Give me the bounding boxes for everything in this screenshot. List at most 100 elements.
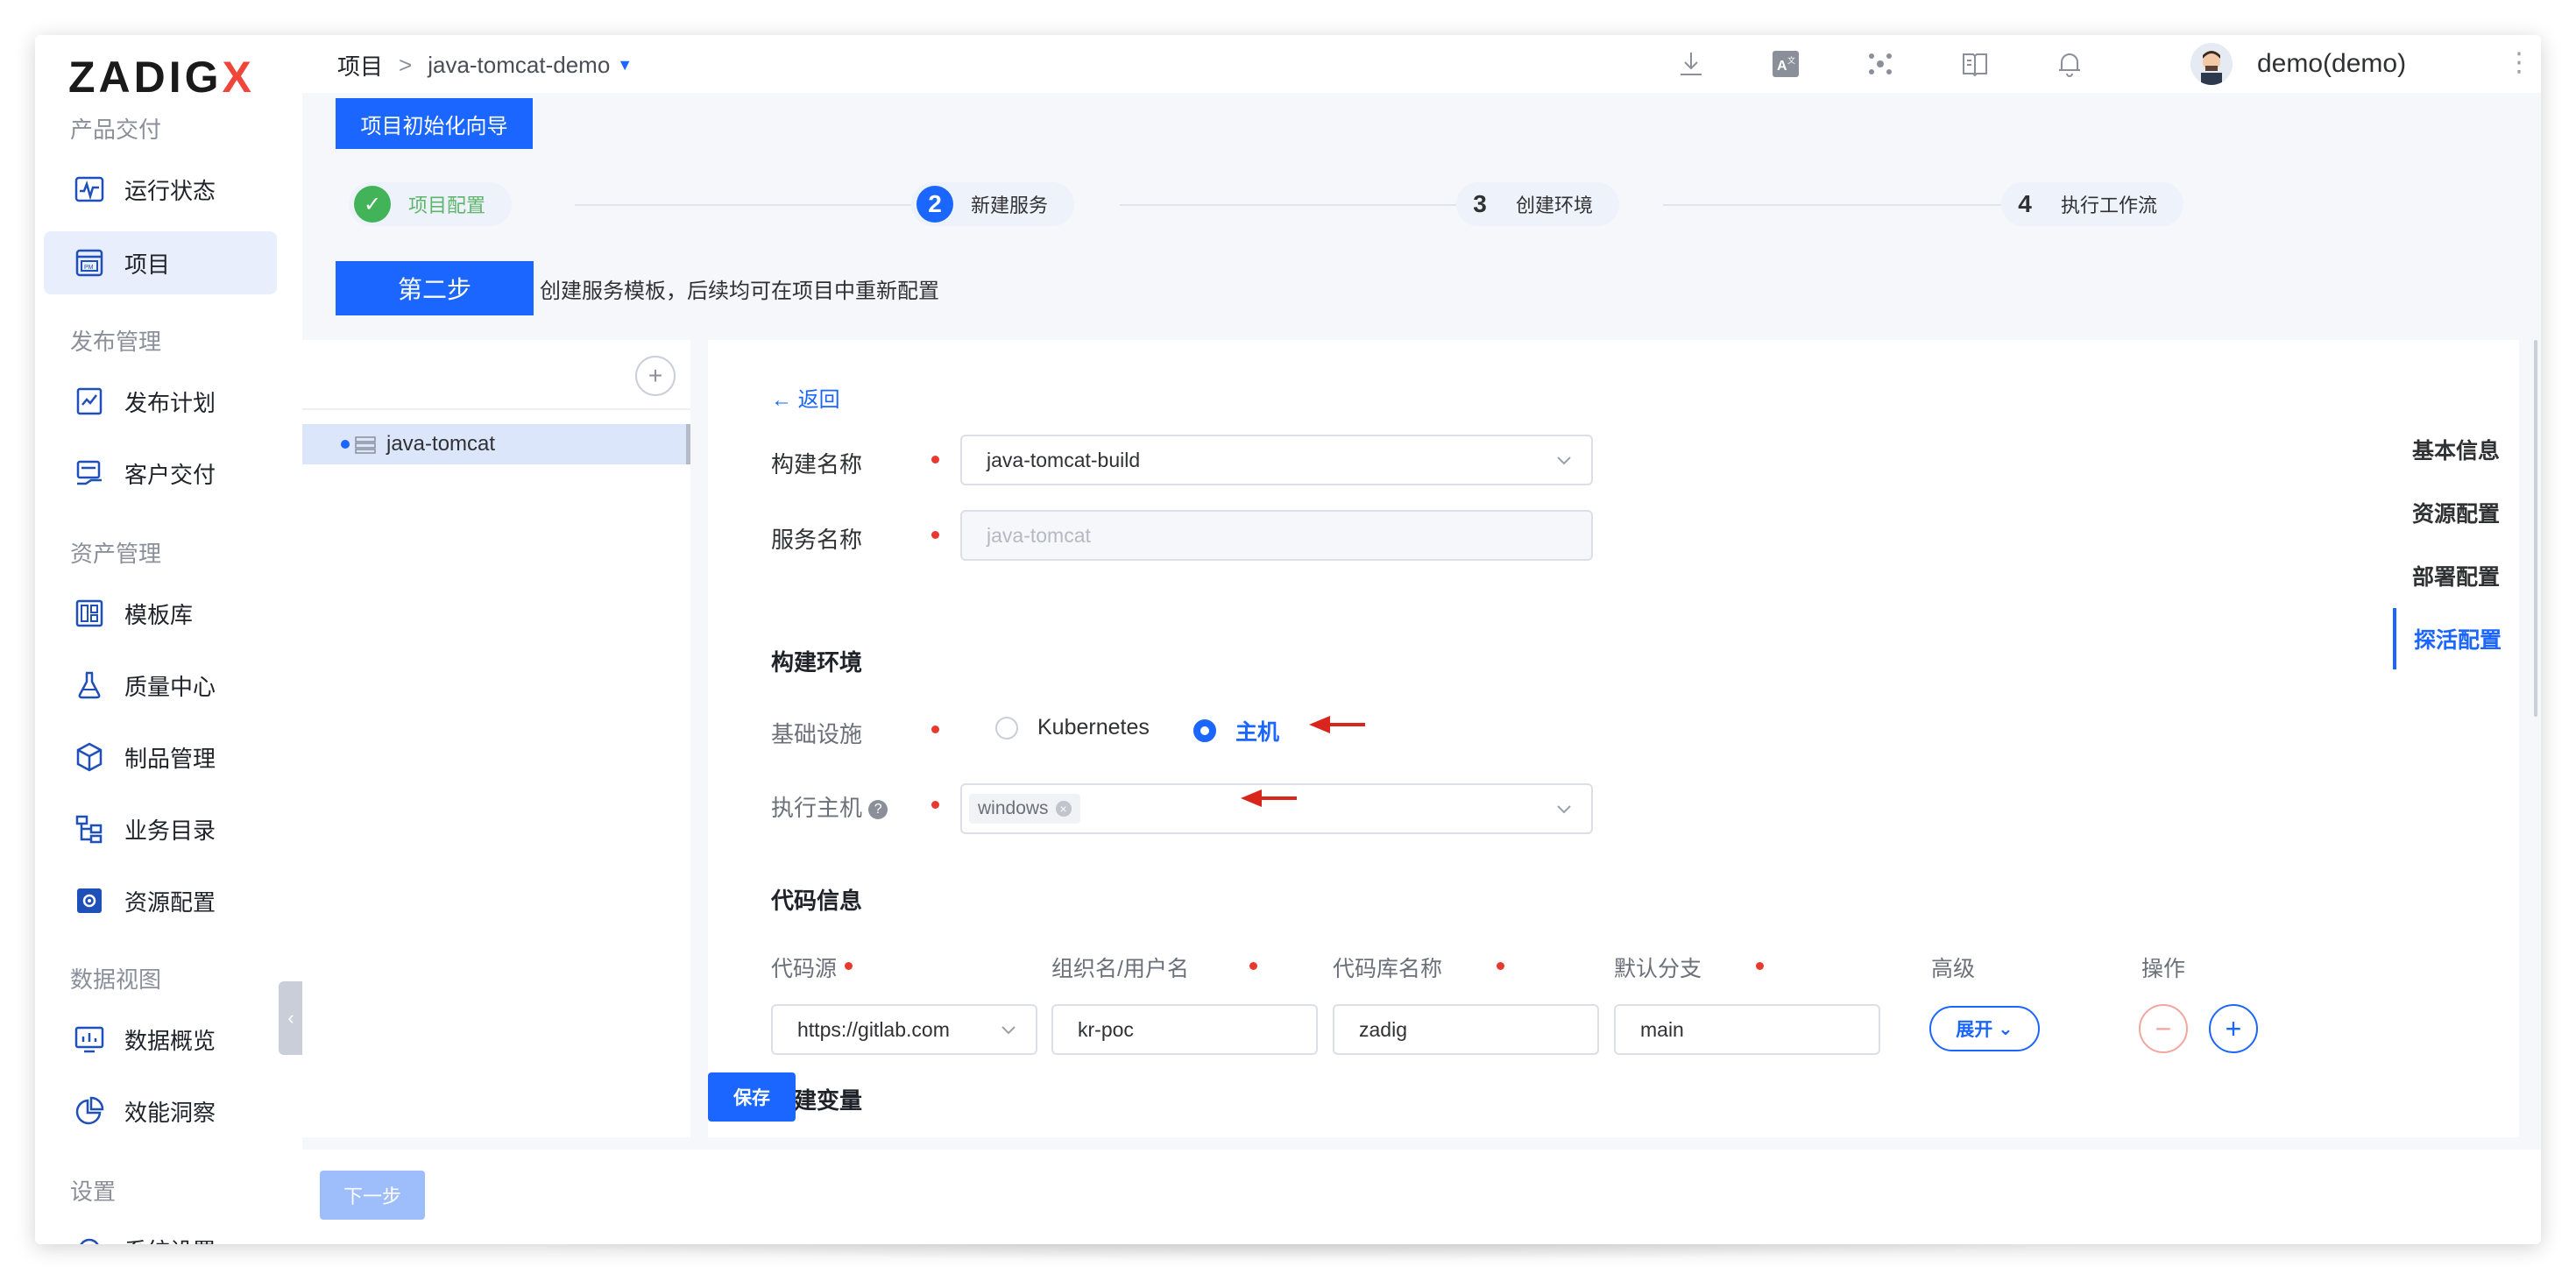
sidebar-collapse-handle[interactable]: ‹ [279, 981, 303, 1055]
anchor-deploy-config[interactable]: 部署配置 [2393, 545, 2519, 606]
sidebar-item-label: 运行状态 [124, 177, 216, 204]
step-project-config[interactable]: ✓ 项目配置 [349, 182, 513, 226]
user-menu[interactable]: demo(demo) [2190, 42, 2406, 86]
service-name-field: java-tomcat [960, 510, 1593, 561]
project-init-guide-button[interactable]: 项目初始化向导 [336, 98, 533, 149]
avatar[interactable] [2190, 43, 2233, 85]
anchor-probe-config[interactable]: 探活配置 [2393, 608, 2519, 669]
step-run-workflow[interactable]: 4 执行工作流 [2001, 182, 2184, 226]
host-tag: windows × [969, 794, 1080, 824]
build-name-label: 构建名称 [771, 451, 863, 478]
zadig-logo[interactable]: ZADIGX [68, 51, 255, 103]
tag-close-icon[interactable]: × [1055, 801, 1072, 817]
next-step-button[interactable]: 下一步 [320, 1171, 425, 1220]
required-marker [1756, 962, 1764, 970]
col-header-branch: 默认分支 [1614, 957, 1702, 981]
sidebar-item-customer-delivery[interactable]: 客户交付 [44, 442, 277, 505]
infra-radio-kubernetes[interactable]: Kubernetes [995, 715, 1150, 740]
default-branch-field[interactable]: main [1614, 1004, 1880, 1055]
sidebar-item-label: 系统设置 [124, 1234, 216, 1245]
logo-text: ZADIGX [68, 53, 255, 102]
sidebar: ZADIGX 产品交付 运行状态 PM 项目 发布管理 发布计划 客户交付 资产… [35, 35, 302, 1244]
chevron-down-icon [1557, 456, 1571, 465]
chevron-left-icon: ‹ [287, 1007, 294, 1029]
sidebar-item-label: 数据概览 [124, 1027, 216, 1054]
add-service-button[interactable]: + [635, 356, 676, 396]
org-name-field[interactable]: kr-poc [1051, 1004, 1318, 1055]
settings-gear-icon [74, 1234, 105, 1244]
back-link[interactable]: ← 返回 [771, 382, 840, 413]
translate-icon[interactable]: A文 [1768, 46, 1803, 81]
save-button[interactable]: 保存 [708, 1072, 796, 1122]
col-header-actions: 操作 [2141, 957, 2186, 981]
breadcrumb-root[interactable]: 项目 [337, 49, 383, 81]
bell-icon[interactable] [2052, 46, 2087, 81]
code-source-select[interactable]: https://gitlab.com [771, 1004, 1037, 1055]
required-marker [931, 456, 939, 464]
download-icon[interactable] [1674, 46, 1709, 81]
step-label: 新建服务 [971, 195, 1049, 216]
step-connector [1120, 204, 1488, 206]
radio-circle [1193, 719, 1216, 742]
exec-host-label: 执行主机 ? [771, 790, 888, 823]
repo-name-field[interactable]: zadig [1333, 1004, 1599, 1055]
anchor-resource-config[interactable]: 资源配置 [2393, 482, 2519, 543]
build-vars-section-title: 建变量 [794, 1087, 863, 1114]
anchor-basic-info[interactable]: 基本信息 [2393, 419, 2519, 480]
sidebar-item-project[interactable]: PM 项目 [44, 231, 277, 294]
required-marker [931, 801, 939, 809]
breadcrumb-project[interactable]: java-tomcat-demo [428, 52, 610, 79]
sidebar-item-resource-config[interactable]: 资源配置 [44, 869, 277, 932]
pie-chart-icon [74, 1095, 105, 1127]
release-plan-icon [74, 386, 105, 417]
svg-text:A: A [1777, 59, 1787, 74]
nav-section-settings: 设置 [70, 1178, 117, 1205]
cluster-icon[interactable] [1863, 46, 1898, 81]
sidebar-item-system-settings[interactable]: 系统设置 [44, 1218, 277, 1244]
caret-down-icon[interactable]: ▼ [617, 56, 633, 74]
current-step-description: 创建服务模板，后续均可在项目中重新配置 [540, 280, 939, 303]
build-env-section-title: 构建环境 [771, 649, 863, 676]
infra-radio-host[interactable]: 主机 [1193, 715, 1279, 747]
sidebar-item-release-plan[interactable]: 发布计划 [44, 370, 277, 433]
add-repo-button[interactable]: + [2209, 1004, 2258, 1053]
service-list-panel: + java-tomcat [302, 340, 690, 1137]
sidebar-item-artifact-management[interactable]: 制品管理 [44, 725, 277, 789]
step-connector [575, 204, 943, 206]
code-info-section-title: 代码信息 [771, 888, 863, 914]
username: demo(demo) [2257, 49, 2407, 78]
sidebar-item-template-library[interactable]: 模板库 [44, 582, 277, 645]
help-question-icon[interactable]: ? [868, 800, 888, 820]
svg-text:文: 文 [1787, 55, 1795, 65]
sidebar-item-label: 模板库 [124, 601, 194, 628]
current-step-tag: 第二步 [336, 261, 534, 315]
svg-text:PM: PM [84, 265, 94, 271]
radio-circle [995, 716, 1018, 740]
divider [302, 408, 690, 410]
page-scrollbar[interactable] [2534, 340, 2537, 717]
sidebar-item-label: 资源配置 [124, 888, 216, 916]
build-name-select[interactable]: java-tomcat-build [960, 435, 1593, 485]
required-marker [1249, 962, 1257, 970]
sidebar-item-data-overview[interactable]: 数据概览 [44, 1008, 277, 1071]
sidebar-item-run-status[interactable]: 运行状态 [44, 158, 277, 221]
step-new-service[interactable]: 2 新建服务 [911, 182, 1075, 226]
scrollbar[interactable] [686, 424, 690, 464]
sidebar-item-quality-center[interactable]: 质量中心 [44, 654, 277, 717]
service-list-item[interactable]: java-tomcat [302, 424, 690, 464]
nav-section-asset-management: 资产管理 [70, 541, 162, 567]
expand-advanced-button[interactable]: 展开 ⌄ [1929, 1006, 2040, 1051]
nav-section-data-view: 数据视图 [70, 966, 162, 993]
more-vertical-icon[interactable]: ⋮ [2506, 47, 2532, 78]
step-label: 执行工作流 [2061, 195, 2158, 216]
sidebar-item-business-catalog[interactable]: 业务目录 [44, 797, 277, 860]
required-marker [1497, 962, 1504, 970]
template-library-icon [74, 598, 105, 629]
remove-repo-button[interactable]: − [2139, 1004, 2188, 1053]
step-create-env[interactable]: 3 创建环境 [1456, 182, 1620, 226]
sidebar-item-efficiency-insight[interactable]: 效能洞察 [44, 1079, 277, 1143]
docs-book-icon[interactable] [1957, 46, 1992, 81]
breadcrumb-separator: > [399, 51, 413, 78]
app-window: ZADIGX 产品交付 运行状态 PM 项目 发布管理 发布计划 客户交付 资产… [35, 35, 2541, 1244]
check-icon: ✓ [354, 186, 391, 223]
